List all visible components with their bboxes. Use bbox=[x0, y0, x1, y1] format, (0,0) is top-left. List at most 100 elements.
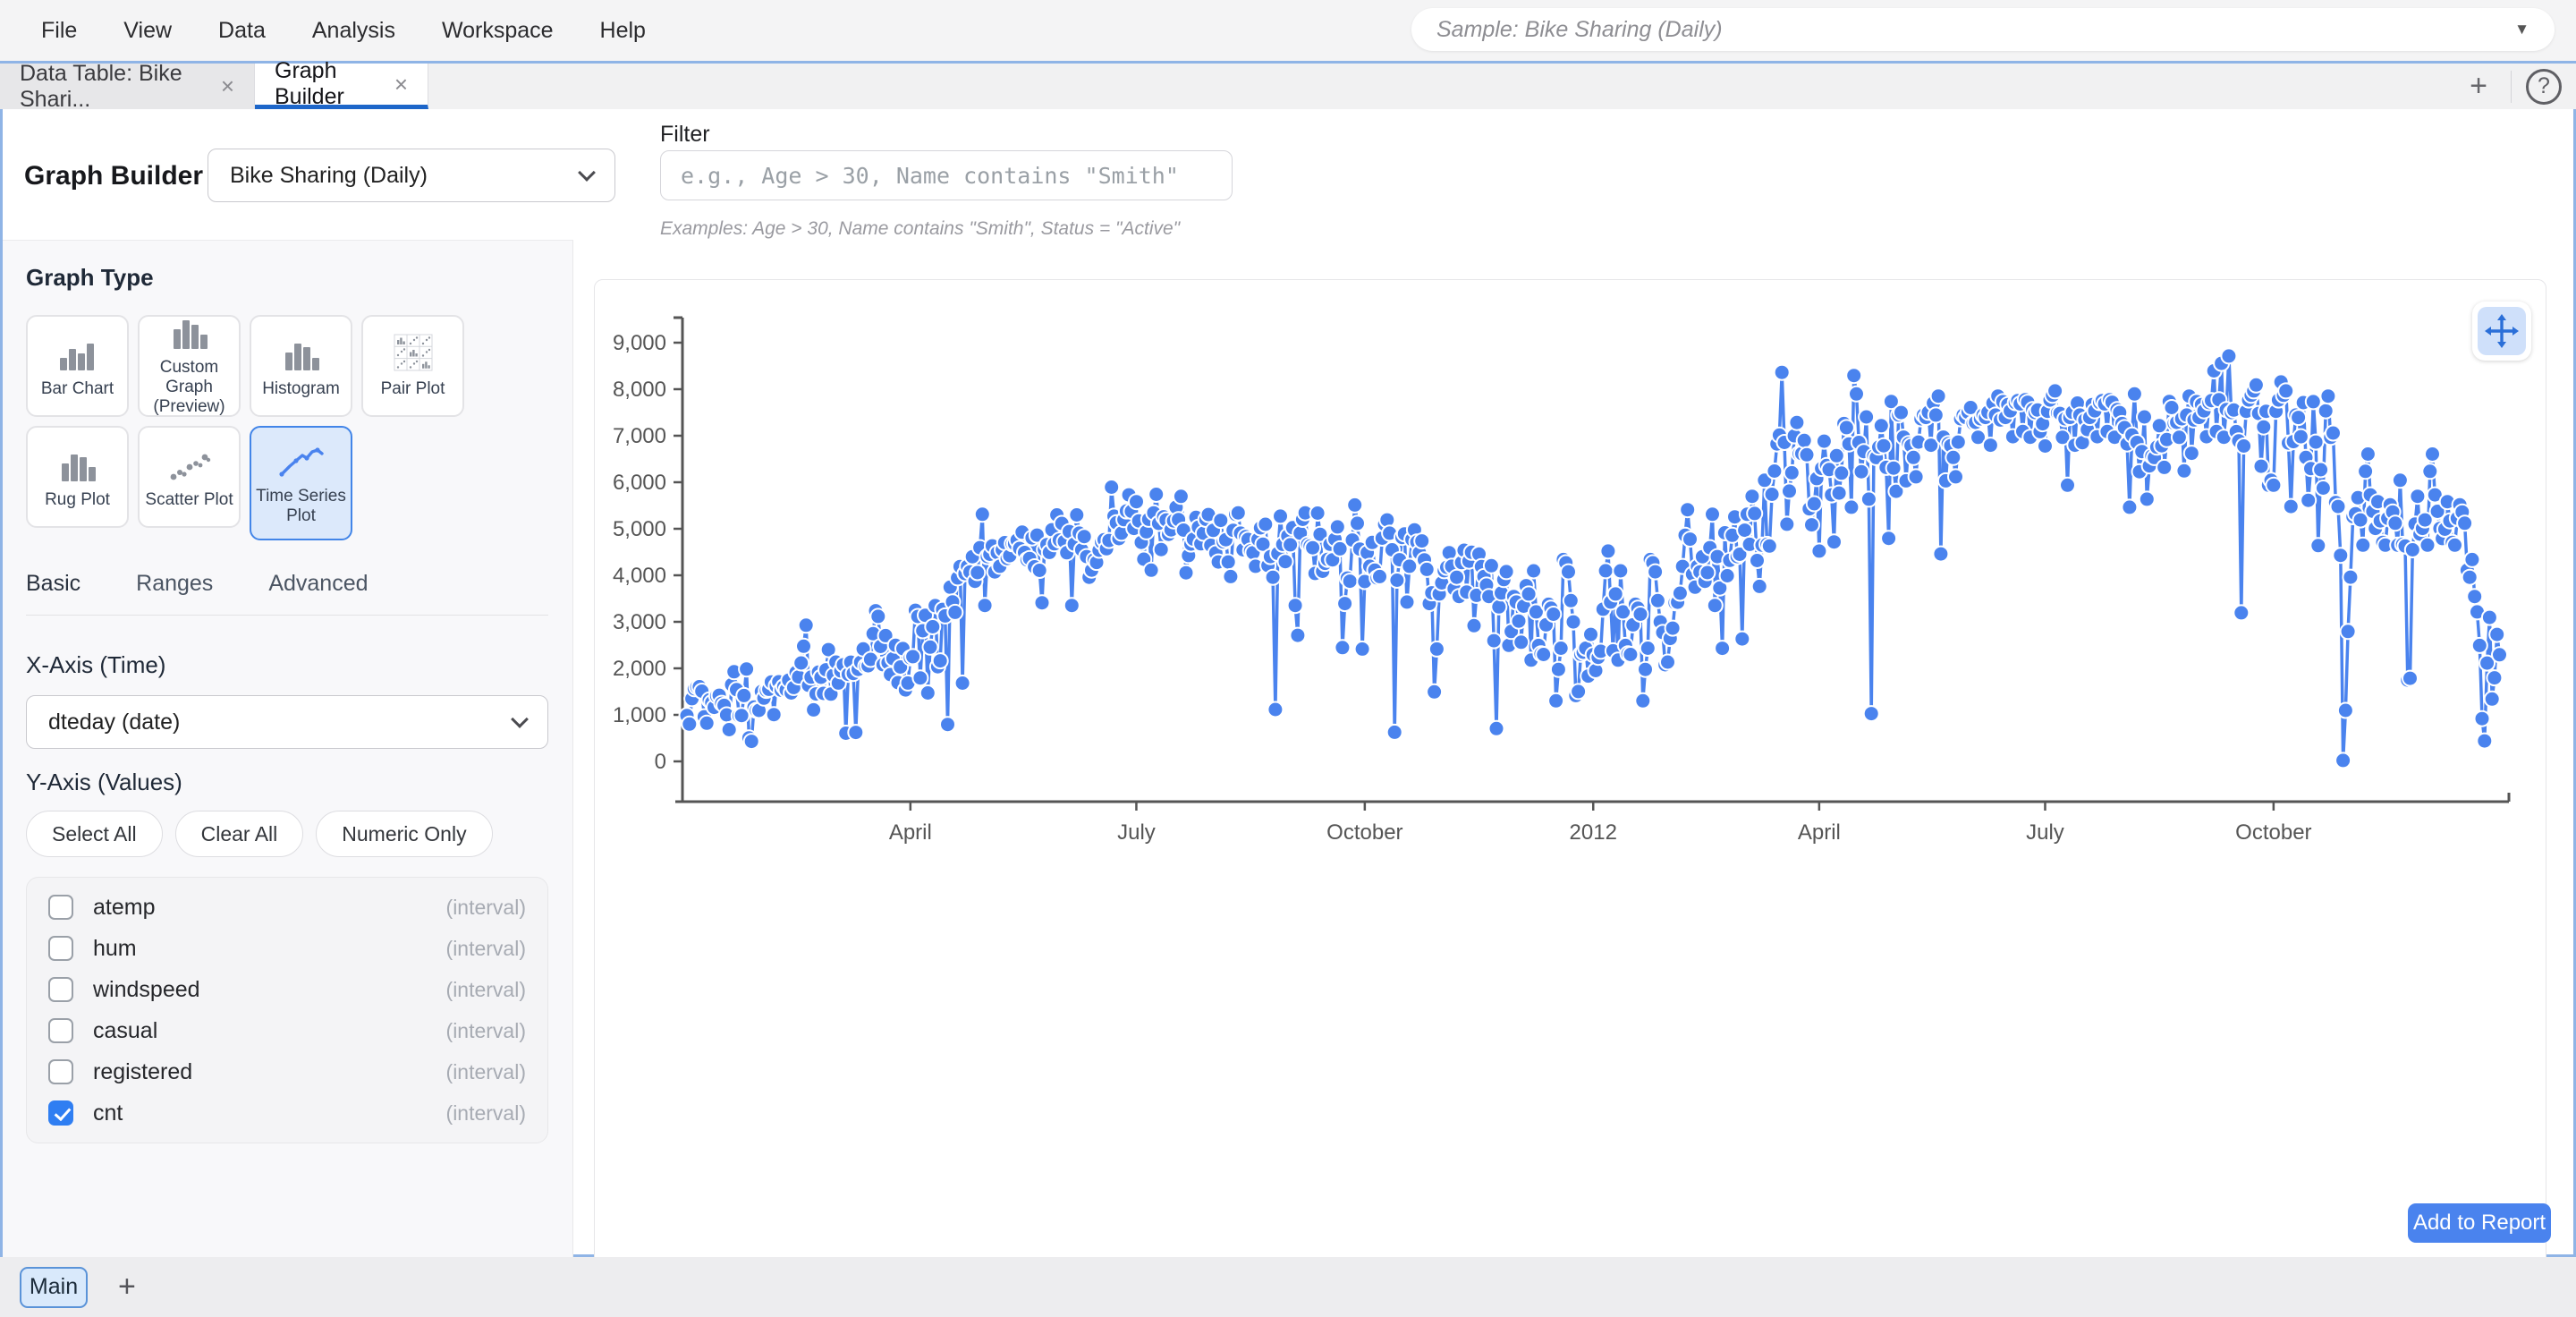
graph-type-time-series[interactable]: Time Series Plot bbox=[250, 426, 352, 540]
tab-graph-builder-label: Graph Builder bbox=[275, 58, 375, 110]
checkbox[interactable] bbox=[48, 1100, 73, 1126]
graph-type-grid: Bar Chart Custom Graph (Preview) Histogr… bbox=[26, 315, 475, 540]
menu-help[interactable]: Help bbox=[600, 18, 646, 44]
checkbox[interactable] bbox=[48, 977, 73, 1002]
checkbox[interactable] bbox=[48, 895, 73, 920]
graph-type-label-text: Pair Plot bbox=[381, 379, 445, 399]
svg-text:4,000: 4,000 bbox=[613, 564, 666, 588]
field-name: casual bbox=[93, 1018, 446, 1044]
chart-panel: 01,0002,0003,0004,0005,0006,0007,0008,00… bbox=[594, 279, 2546, 1276]
menu-data[interactable]: Data bbox=[218, 18, 266, 44]
clear-all-button[interactable]: Clear All bbox=[175, 811, 304, 857]
menu-bar: File View Data Analysis Workspace Help S… bbox=[0, 0, 2576, 61]
x-axis-select[interactable]: dteday (date) bbox=[26, 695, 548, 749]
field-type-badge: (interval) bbox=[446, 978, 526, 1002]
graph-type-label-text: Rug Plot bbox=[45, 490, 110, 510]
numeric-only-button[interactable]: Numeric Only bbox=[316, 811, 492, 857]
workspace-bar: Main + bbox=[0, 1257, 2576, 1317]
field-name: windspeed bbox=[93, 977, 446, 1003]
graph-type-label-text: Bar Chart bbox=[41, 379, 114, 399]
histogram-icon bbox=[282, 333, 321, 372]
svg-text:6,000: 6,000 bbox=[613, 471, 666, 495]
checkbox[interactable] bbox=[48, 1059, 73, 1084]
svg-text:5,000: 5,000 bbox=[613, 517, 666, 541]
checkbox[interactable] bbox=[48, 936, 73, 961]
tab-data-table[interactable]: Data Table: Bike Shari... × bbox=[0, 64, 255, 109]
time-series-plot[interactable]: 01,0002,0003,0004,0005,0006,0007,0008,00… bbox=[595, 280, 2547, 1277]
svg-text:8,000: 8,000 bbox=[613, 378, 666, 402]
graph-type-custom-graph[interactable]: Custom Graph (Preview) bbox=[138, 315, 241, 417]
add-workspace-button[interactable]: + bbox=[118, 1270, 136, 1304]
close-icon[interactable]: × bbox=[394, 71, 408, 98]
time-series-icon bbox=[278, 440, 325, 480]
menu-view[interactable]: View bbox=[123, 18, 172, 44]
menu-file[interactable]: File bbox=[41, 18, 77, 44]
close-icon[interactable]: × bbox=[221, 72, 234, 100]
field-row-registered[interactable]: registered (interval) bbox=[48, 1051, 526, 1092]
field-type-badge: (interval) bbox=[446, 1019, 526, 1043]
y-axis-section-label: Y-Axis (Values) bbox=[26, 769, 572, 796]
field-name: cnt bbox=[93, 1100, 446, 1126]
svg-text:2012: 2012 bbox=[1570, 820, 1617, 845]
svg-text:July: July bbox=[2026, 820, 2064, 845]
graph-type-label-text: Histogram bbox=[262, 379, 340, 399]
graph-type-pair-plot[interactable]: Pair Plot bbox=[361, 315, 464, 417]
add-to-report-button[interactable]: Add to Report bbox=[2408, 1203, 2551, 1243]
chevron-down-icon bbox=[511, 710, 529, 728]
tab-advanced[interactable]: Advanced bbox=[268, 571, 368, 597]
menu-workspace[interactable]: Workspace bbox=[442, 18, 554, 44]
menu-analysis[interactable]: Analysis bbox=[312, 18, 395, 44]
x-axis-section-label: X-Axis (Time) bbox=[26, 651, 572, 679]
dataset-select[interactable]: Bike Sharing (Daily) bbox=[208, 149, 615, 202]
field-name: hum bbox=[93, 936, 446, 962]
caret-down-icon: ▼ bbox=[2514, 21, 2529, 38]
graph-type-rug-plot[interactable]: Rug Plot bbox=[26, 426, 129, 528]
svg-text:9,000: 9,000 bbox=[613, 331, 666, 355]
filter-examples-hint: Examples: Age > 30, Name contains "Smith… bbox=[660, 218, 1180, 240]
help-button[interactable]: ? bbox=[2526, 69, 2562, 105]
pair-plot-icon bbox=[393, 333, 434, 372]
tab-graph-builder[interactable]: Graph Builder × bbox=[255, 64, 428, 109]
chevron-down-icon bbox=[578, 164, 596, 182]
sidebar: Graph Type Bar Chart Custom Graph (Previ… bbox=[3, 240, 573, 1257]
svg-text:3,000: 3,000 bbox=[613, 610, 666, 634]
checkbox[interactable] bbox=[48, 1018, 73, 1043]
field-row-cnt[interactable]: cnt (interval) bbox=[48, 1092, 526, 1134]
svg-text:October: October bbox=[1326, 820, 1402, 845]
graph-type-label-text: Custom Graph (Preview) bbox=[143, 358, 235, 417]
sample-dataset-text: Sample: Bike Sharing (Daily) bbox=[1436, 17, 2514, 43]
page-title: Graph Builder bbox=[24, 161, 203, 191]
bar-chart-icon bbox=[58, 333, 97, 372]
new-tab-button[interactable]: + bbox=[2446, 69, 2511, 104]
y-axis-actions: Select All Clear All Numeric Only bbox=[26, 811, 572, 857]
graph-builder-panel: Graph Builder Bike Sharing (Daily) Filte… bbox=[0, 109, 2576, 1257]
tab-ranges[interactable]: Ranges bbox=[136, 571, 213, 597]
tab-basic[interactable]: Basic bbox=[26, 571, 80, 597]
select-all-button[interactable]: Select All bbox=[26, 811, 163, 857]
field-type-badge: (interval) bbox=[446, 937, 526, 961]
graph-type-histogram[interactable]: Histogram bbox=[250, 315, 352, 417]
field-row-hum[interactable]: hum (interval) bbox=[48, 928, 526, 969]
tab-strip-actions: + ? bbox=[2446, 64, 2576, 109]
filter-input[interactable] bbox=[660, 150, 1233, 200]
field-type-badge: (interval) bbox=[446, 896, 526, 920]
rug-plot-icon bbox=[58, 444, 97, 483]
move-icon bbox=[2478, 307, 2526, 355]
svg-text:April: April bbox=[1798, 820, 1841, 845]
pan-tool-button[interactable] bbox=[2472, 302, 2531, 361]
divider bbox=[2511, 71, 2512, 103]
svg-text:April: April bbox=[889, 820, 932, 845]
field-row-atemp[interactable]: atemp (interval) bbox=[48, 887, 526, 928]
graph-type-bar-chart[interactable]: Bar Chart bbox=[26, 315, 129, 417]
field-row-windspeed[interactable]: windspeed (interval) bbox=[48, 969, 526, 1010]
field-row-casual[interactable]: casual (interval) bbox=[48, 1010, 526, 1051]
custom-graph-icon bbox=[170, 315, 209, 351]
field-type-badge: (interval) bbox=[446, 1060, 526, 1084]
workspace-tab-main[interactable]: Main bbox=[20, 1267, 88, 1308]
tab-strip: Data Table: Bike Shari... × Graph Builde… bbox=[0, 61, 2576, 109]
sample-dataset-dropdown[interactable]: Sample: Bike Sharing (Daily) ▼ bbox=[1411, 8, 2555, 51]
field-name: atemp bbox=[93, 895, 446, 921]
graph-type-label-text: Time Series Plot bbox=[255, 487, 347, 526]
svg-text:0: 0 bbox=[655, 750, 666, 774]
graph-type-scatter-plot[interactable]: Scatter Plot bbox=[138, 426, 241, 528]
